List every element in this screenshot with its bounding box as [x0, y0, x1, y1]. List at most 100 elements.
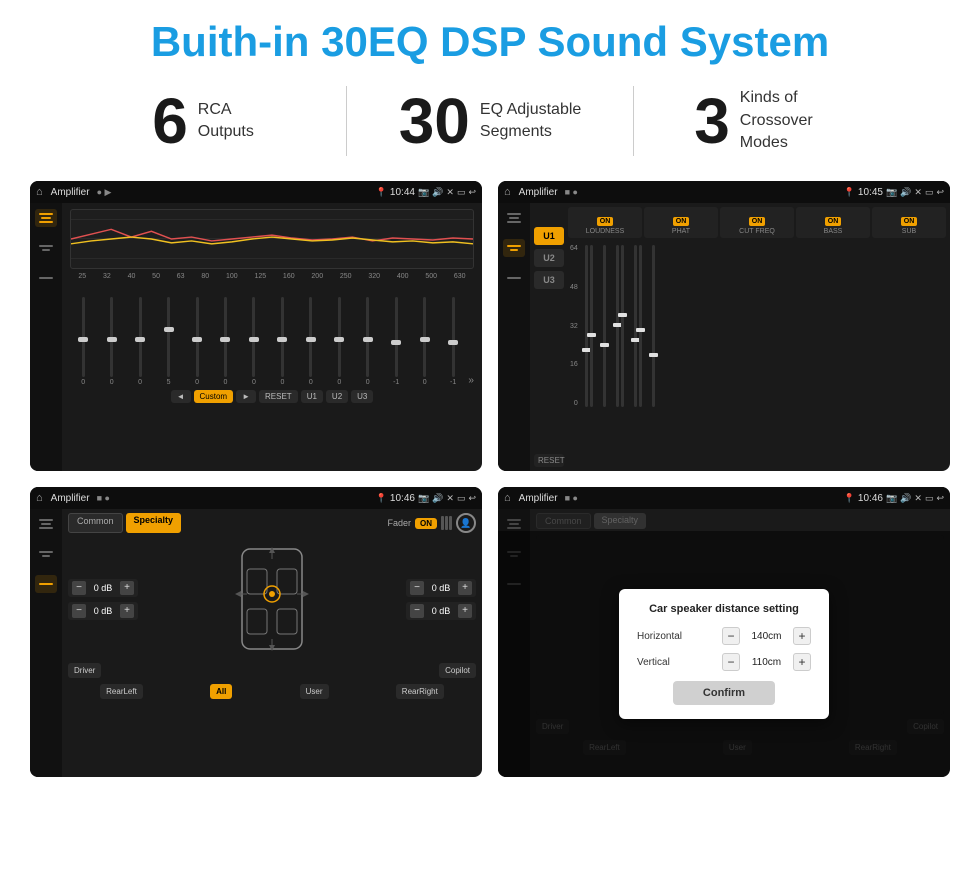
db-minus-3[interactable]: − [410, 581, 424, 595]
crossover-main: U1 U2 U3 RESET ON LOUDNESS [530, 203, 950, 471]
sidebar-wave-icon-2[interactable] [503, 239, 525, 257]
tab-common[interactable]: Common [68, 513, 123, 533]
db-control-1: − 0 dB + [68, 579, 138, 597]
eq-prev-btn[interactable]: ◄ [171, 390, 191, 403]
db-minus-2[interactable]: − [72, 604, 86, 618]
copilot-btn[interactable]: Copilot [439, 663, 476, 678]
eq-u2-btn[interactable]: U2 [326, 390, 348, 403]
vslider-7[interactable] [639, 245, 642, 407]
stat-number-crossover: 3 [694, 89, 730, 153]
stats-row: 6 RCA Outputs 30 EQ Adjustable Segments … [0, 76, 980, 171]
u3-btn[interactable]: U3 [534, 271, 564, 289]
on-badge-phat: ON [673, 217, 690, 226]
rearright-btn[interactable]: RearRight [396, 684, 444, 699]
eq-reset-btn[interactable]: RESET [259, 390, 298, 403]
eq-slider-4[interactable]: 0 [184, 297, 210, 386]
driver-btn[interactable]: Driver [68, 663, 101, 678]
vslider-2[interactable] [590, 245, 593, 407]
u1-btn[interactable]: U1 [534, 227, 564, 245]
dialog-vertical-label: Vertical [637, 657, 697, 668]
tab-specialty[interactable]: Specialty [126, 513, 182, 533]
sidebar-wave-icon-3[interactable] [35, 545, 57, 563]
all-btn[interactable]: All [210, 684, 232, 699]
eq-u3-btn[interactable]: U3 [351, 390, 373, 403]
rearleft-btn[interactable]: RearLeft [100, 684, 143, 699]
eq-slider-11[interactable]: -1 [383, 297, 409, 386]
cutfreq-label: CUT FREQ [722, 228, 792, 235]
bass-label: BASS [798, 228, 868, 235]
car-diagram [146, 539, 398, 659]
vslider-5[interactable] [621, 245, 624, 407]
u2-btn[interactable]: U2 [534, 249, 564, 267]
db-plus-3[interactable]: + [458, 581, 472, 595]
freq-320: 320 [368, 273, 380, 280]
sidebar-wave-icon[interactable] [35, 239, 57, 257]
home-icon-1[interactable]: ⌂ [36, 186, 43, 198]
db-plus-1[interactable]: + [120, 581, 134, 595]
sidebar-eq-icon-2[interactable] [503, 209, 525, 227]
sidebar-vol-icon-3[interactable] [35, 575, 57, 593]
eq-slider-9[interactable]: 0 [326, 297, 352, 386]
freq-160: 160 [283, 273, 295, 280]
eq-slider-5[interactable]: 0 [212, 297, 238, 386]
vslider-8[interactable] [652, 245, 655, 407]
sidebar-vol-icon-2[interactable] [503, 269, 525, 287]
fader-tabs: Common Specialty Fader ON 👤 [68, 513, 476, 533]
eq-slider-12[interactable]: 0 [411, 297, 437, 386]
db-minus-4[interactable]: − [410, 604, 424, 618]
dialog-title: Car speaker distance setting [637, 603, 811, 615]
sidebar-eq-icon-3[interactable] [35, 515, 57, 533]
horizontal-minus-btn[interactable]: − [722, 627, 740, 645]
screenshots-grid: ⌂ Amplifier ● ▶ 📍 10:44 📷🔊✕▭↩ [0, 171, 980, 787]
db-plus-2[interactable]: + [120, 604, 134, 618]
vslider-3[interactable] [603, 245, 606, 407]
vertical-minus-btn[interactable]: − [722, 653, 740, 671]
home-icon-2[interactable]: ⌂ [504, 186, 511, 198]
db-plus-4[interactable]: + [458, 604, 472, 618]
eq-slider-0[interactable]: 0 [70, 297, 96, 386]
fader-body: − 0 dB + − 0 dB + [68, 539, 476, 659]
profile-icon[interactable]: 👤 [456, 513, 476, 533]
freq-400: 400 [397, 273, 409, 280]
fader-on: ON [415, 518, 437, 529]
freq-250: 250 [340, 273, 352, 280]
dialog-vertical-row: Vertical − 110cm + [637, 653, 811, 671]
eq-slider-6[interactable]: 0 [241, 297, 267, 386]
db-value-4: 0 dB [427, 606, 455, 616]
eq-play-btn[interactable]: ► [236, 390, 256, 403]
eq-u1-btn[interactable]: U1 [301, 390, 323, 403]
eq-custom-btn[interactable]: Custom [194, 390, 234, 403]
vslider-1[interactable] [585, 245, 588, 407]
eq-slider-2[interactable]: 0 [127, 297, 153, 386]
eq-slider-8[interactable]: 0 [298, 297, 324, 386]
eq-slider-1[interactable]: 0 [98, 297, 124, 386]
vertical-plus-btn[interactable]: + [793, 653, 811, 671]
sidebar-vol-icon[interactable] [35, 269, 57, 287]
vslider-4[interactable] [616, 245, 619, 407]
user-btn[interactable]: User [300, 684, 329, 699]
reset-btn[interactable]: RESET [534, 454, 564, 467]
fader-bottom-btns: Driver Copilot [68, 659, 476, 680]
db-minus-1[interactable]: − [72, 581, 86, 595]
home-icon-3[interactable]: ⌂ [36, 492, 43, 504]
eq-slider-13[interactable]: -1 [440, 297, 466, 386]
eq-slider-3[interactable]: 5 [155, 297, 181, 386]
fader-left-controls: − 0 dB + − 0 dB + [68, 539, 138, 659]
confirm-button[interactable]: Confirm [673, 681, 775, 705]
sidebar-eq-icon[interactable] [35, 209, 57, 227]
dialog-vertical-stepper: − 110cm + [722, 653, 811, 671]
db-control-2: − 0 dB + [68, 602, 138, 620]
screen3-time: 10:46 [390, 493, 415, 504]
db-control-4: − 0 dB + [406, 602, 476, 620]
freq-63: 63 [177, 273, 185, 280]
eq-slider-7[interactable]: 0 [269, 297, 295, 386]
eq-slider-10[interactable]: 0 [355, 297, 381, 386]
eq-graph [70, 209, 474, 269]
screen2-time: 10:45 [858, 187, 883, 198]
stat-text-eq: EQ Adjustable Segments [480, 99, 581, 144]
status-bar-4: ⌂ Amplifier ■ ● 📍 10:46 📷🔊✕▭↩ [498, 487, 950, 509]
horizontal-plus-btn[interactable]: + [793, 627, 811, 645]
vslider-6[interactable] [634, 245, 637, 407]
home-icon-4[interactable]: ⌂ [504, 492, 511, 504]
stat-crossover: 3 Kinds of Crossover Modes [634, 87, 920, 154]
